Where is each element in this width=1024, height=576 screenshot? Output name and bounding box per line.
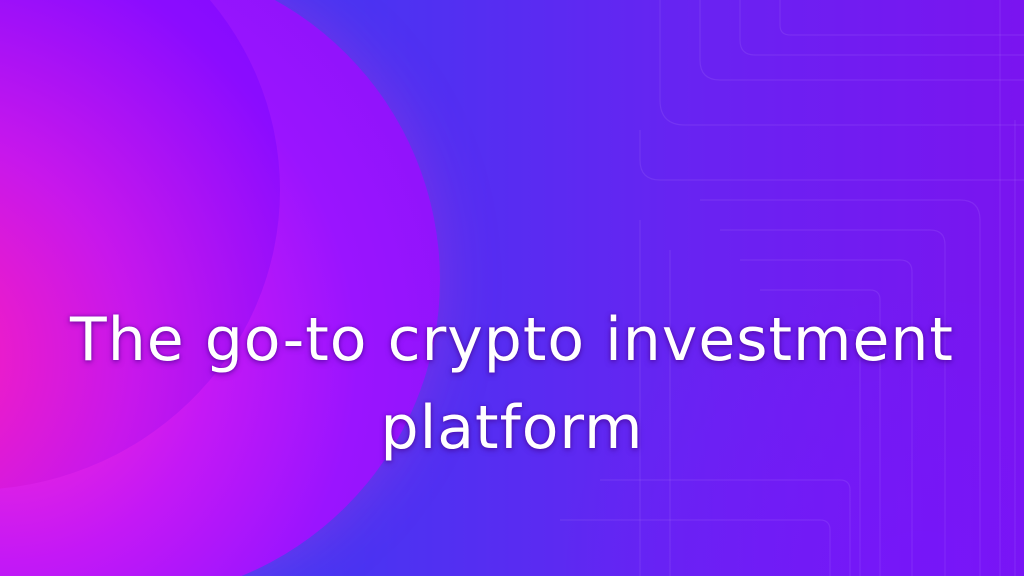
hero-banner: The go-to crypto investment platform	[0, 0, 1024, 576]
hero-headline: The go-to crypto investment platform	[70, 305, 954, 463]
